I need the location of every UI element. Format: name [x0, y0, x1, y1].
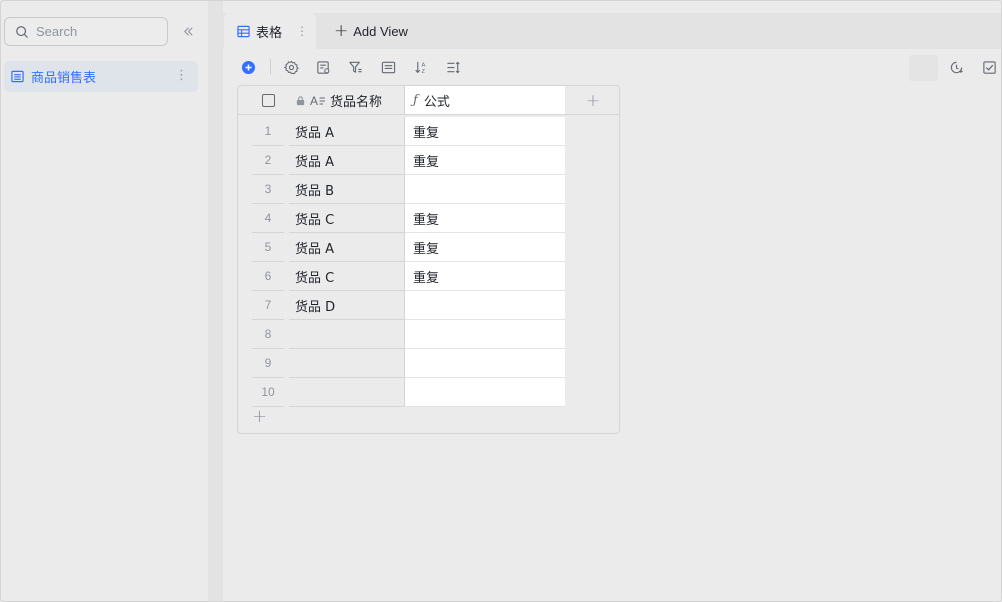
lock-icon — [296, 96, 305, 106]
add-view-label: Add View — [353, 23, 408, 39]
filter-icon[interactable] — [347, 59, 363, 75]
add-record-icon[interactable] — [240, 59, 256, 75]
table-row[interactable]: 1 货品 A 重复 — [238, 117, 619, 146]
column-header-formula[interactable]: ƒ 公式 — [404, 86, 565, 115]
table-row[interactable]: 4 货品 C 重复 — [238, 204, 619, 233]
view-tabbar: 表格 ⋮ + Add View — [223, 13, 1001, 49]
cell-name[interactable]: 货品 A — [289, 233, 404, 262]
group-icon[interactable] — [380, 59, 396, 75]
row-index: 3 — [252, 175, 284, 204]
table-row[interactable]: 10 — [238, 378, 619, 407]
cell-name[interactable] — [289, 320, 404, 349]
field-config-icon[interactable] — [315, 59, 331, 75]
row-index: 2 — [252, 146, 284, 175]
sidebar: 商品销售表 ⋮ — [1, 1, 208, 601]
cell-formula[interactable]: 重复 — [404, 204, 565, 233]
settings-icon[interactable] — [283, 59, 299, 75]
checkbox-icon — [261, 94, 275, 107]
column-header-label: 公式 — [423, 94, 450, 110]
cell-name[interactable]: 货品 D — [289, 291, 404, 320]
plus-icon: + — [334, 21, 349, 41]
search-icon — [16, 25, 28, 38]
column-header-label: 货品名称 — [330, 95, 383, 110]
add-view-button[interactable]: + Add View — [334, 13, 408, 49]
toolbar: AZ — [223, 53, 1001, 81]
cell-formula[interactable]: 重复 — [404, 233, 565, 262]
row-index: 9 — [252, 349, 284, 378]
double-chevron-left-icon[interactable] — [179, 21, 197, 41]
cell-name[interactable]: 货品 C — [289, 262, 404, 291]
table-icon — [11, 70, 24, 83]
grid-icon — [237, 25, 250, 37]
table-row[interactable]: 7 货品 D — [238, 291, 619, 320]
search-input[interactable] — [36, 24, 156, 39]
cell-formula[interactable]: 重复 — [404, 146, 565, 175]
cell-formula[interactable] — [404, 378, 565, 407]
column-header-name[interactable]: A 货品名称 — [289, 86, 404, 115]
table-row[interactable]: 8 — [238, 320, 619, 349]
toolbar-placeholder — [909, 55, 938, 81]
data-grid: A 货品名称 ƒ 公式 + 1 货品 A 重复 2 货品 A 重复 3 货品 B 4 货品 C 重复… — [237, 85, 620, 434]
toolbar-divider — [270, 59, 271, 75]
sidebar-item-label: 商品销售表 — [31, 71, 97, 86]
sort-icon[interactable]: AZ — [413, 59, 429, 75]
svg-text:Z: Z — [421, 69, 425, 75]
cell-formula[interactable]: 重复 — [404, 262, 565, 291]
app-window: 商品销售表 ⋮ 表格 ⋮ + Add View — [0, 0, 1002, 602]
table-row[interactable]: 3 货品 B — [238, 175, 619, 204]
table-row[interactable]: 5 货品 A 重复 — [238, 233, 619, 262]
history-icon[interactable] — [948, 59, 964, 75]
table-row[interactable]: 6 货品 C 重复 — [238, 262, 619, 291]
row-index: 1 — [252, 117, 284, 146]
add-column-button[interactable]: + — [565, 86, 619, 115]
cell-formula[interactable] — [404, 320, 565, 349]
main-area: 表格 ⋮ + Add View A Z A 货品名称 ƒ 公式 + 1 货品 A… — [223, 1, 1001, 601]
svg-text:A: A — [421, 62, 425, 68]
cell-name[interactable]: 货品 C — [289, 204, 404, 233]
cell-name[interactable] — [289, 349, 404, 378]
search-box[interactable] — [4, 17, 168, 46]
tab-grid-view[interactable]: 表格 ⋮ — [224, 13, 316, 49]
svg-text:A: A — [310, 94, 318, 107]
row-index: 4 — [252, 204, 284, 233]
sidebar-item-table[interactable]: 商品销售表 ⋮ — [4, 61, 198, 92]
table-row[interactable]: 2 货品 A 重复 — [238, 146, 619, 175]
table-row[interactable]: 9 — [238, 349, 619, 378]
grid-header-row: A 货品名称 ƒ 公式 + — [238, 86, 619, 115]
tab-label: 表格 — [256, 25, 283, 41]
more-icon[interactable]: ⋮ — [175, 68, 188, 83]
row-index: 7 — [252, 291, 284, 320]
cell-name[interactable]: 货品 A — [289, 146, 404, 175]
cell-name[interactable]: 货品 B — [289, 175, 404, 204]
cell-formula[interactable] — [404, 349, 565, 378]
add-row-button[interactable]: + — [252, 406, 267, 427]
cell-name[interactable]: 货品 A — [289, 117, 404, 146]
row-height-icon[interactable] — [445, 59, 461, 75]
row-index: 10 — [252, 378, 284, 407]
cell-name[interactable] — [289, 378, 404, 407]
row-index: 8 — [252, 320, 284, 349]
cell-formula[interactable]: 重复 — [404, 117, 565, 146]
formula-icon: ƒ — [413, 92, 418, 108]
row-index: 6 — [252, 262, 284, 291]
cell-formula[interactable] — [404, 291, 565, 320]
text-field-icon: A — [310, 94, 325, 107]
cell-formula[interactable] — [404, 175, 565, 204]
checklist-icon[interactable] — [981, 59, 997, 75]
select-all-checkbox[interactable] — [252, 86, 284, 115]
tab-more-icon[interactable]: ⋮ — [296, 24, 308, 38]
row-index: 5 — [252, 233, 284, 262]
sidebar-divider[interactable] — [208, 1, 223, 601]
